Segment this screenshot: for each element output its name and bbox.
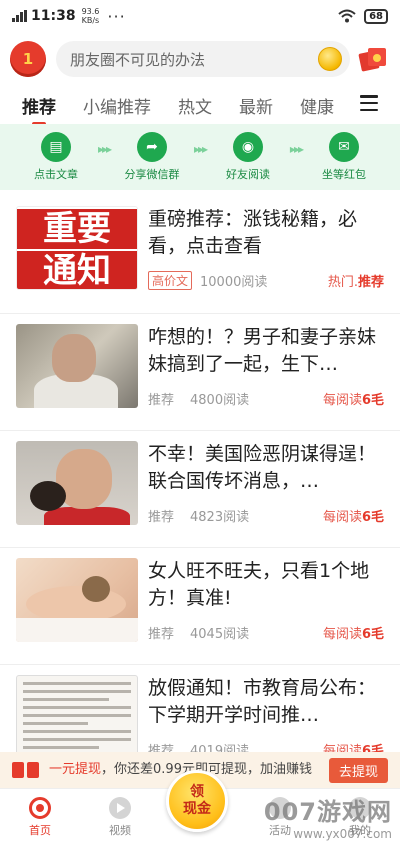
article-tag: 高价文 xyxy=(148,271,193,290)
article-meta: 推荐 4045阅读 每阅读6毛 xyxy=(148,623,384,642)
article-feed: 重要 通知 重磅推荐：涨钱秘籍，必看，点击查看 高价文 10000阅读 热门.推… xyxy=(0,196,400,781)
reward-label: 每阅读6毛 xyxy=(322,393,384,408)
step-friend-read[interactable]: ◉ 好友阅读 xyxy=(212,132,284,182)
tab-recommend[interactable]: 推荐 xyxy=(22,93,56,126)
tab-health[interactable]: 健康 xyxy=(300,93,334,118)
signal-icon xyxy=(12,10,27,22)
list-item[interactable]: 咋想的！？男子和妻子亲妹妹搞到了一起，生下… 推荐 4800阅读 每阅读6毛 xyxy=(0,313,400,430)
eye-icon: ◉ xyxy=(232,132,263,162)
arrow-icon: ▸▸▸ xyxy=(289,142,304,156)
article-title[interactable]: 咋想的！？男子和妻子亲妹妹搞到了一起，生下… xyxy=(148,324,384,378)
wifi-icon xyxy=(338,9,356,23)
article-tag: 推荐 xyxy=(148,393,175,408)
article-title[interactable]: 不幸！美国险恶阴谋得逞！联合国传坏消息，… xyxy=(148,441,384,495)
withdraw-button[interactable]: 去提现 xyxy=(328,757,388,783)
reward-label: 每阅读6毛 xyxy=(322,627,384,642)
article-thumbnail[interactable] xyxy=(16,558,138,642)
article-thumbnail[interactable] xyxy=(16,675,138,759)
article-thumbnail[interactable] xyxy=(16,324,138,408)
tab-hot[interactable]: 热文 xyxy=(178,93,212,118)
home-icon xyxy=(29,797,51,819)
tab-latest[interactable]: 最新 xyxy=(239,93,273,118)
net-speed: 93.6 KB/s xyxy=(81,7,100,25)
status-bar: 11:38 93.6 KB/s ··· 68 xyxy=(0,0,400,32)
article-meta: 推荐 4823阅读 每阅读6毛 xyxy=(148,506,384,525)
red-packet-icon[interactable] xyxy=(358,46,386,72)
list-item[interactable]: 女人旺不旺夫，只看1个地方！真准! 推荐 4045阅读 每阅读6毛 xyxy=(0,547,400,664)
list-item[interactable]: 不幸！美国险恶阴谋得逞！联合国传坏消息，… 推荐 4823阅读 每阅读6毛 xyxy=(0,430,400,547)
watermark: 007游戏网 www.yx007.com xyxy=(263,798,392,841)
tab-editor-picks[interactable]: 小编推荐 xyxy=(83,93,151,118)
list-item[interactable]: 重要 通知 重磅推荐：涨钱秘籍，必看，点击查看 高价文 10000阅读 热门.推… xyxy=(0,196,400,313)
nav-video[interactable]: 视频 xyxy=(80,789,160,844)
more-dots: ··· xyxy=(107,6,126,26)
get-cash-button[interactable]: 领 现金 xyxy=(166,770,228,832)
nav-home[interactable]: 首页 xyxy=(0,789,80,844)
gold-coin-icon[interactable] xyxy=(318,47,342,71)
arrow-icon: ▸▸▸ xyxy=(97,142,112,156)
read-count: 4045阅读 xyxy=(190,627,250,642)
search-header: 1 朋友圈不可见的办法 xyxy=(0,36,400,82)
step-red-packet[interactable]: ✉ 坐等红包 xyxy=(308,132,380,182)
article-title[interactable]: 放假通知！市教育局公布：下学期开学时间推… xyxy=(148,675,384,729)
article-thumbnail[interactable]: 重要 通知 xyxy=(16,206,138,290)
read-count: 4823阅读 xyxy=(190,510,250,525)
step-share-group[interactable]: ➦ 分享微信群 xyxy=(116,132,188,182)
status-time: 11:38 xyxy=(31,8,76,24)
arrow-icon: ▸▸▸ xyxy=(193,142,208,156)
category-tabs: 推荐 小编推荐 热文 最新 健康 xyxy=(0,88,400,126)
search-placeholder: 朋友圈不可见的办法 xyxy=(70,50,206,69)
earn-steps-banner: ▤ 点击文章 ▸▸▸ ➦ 分享微信群 ▸▸▸ ◉ 好友阅读 ▸▸▸ ✉ 坐等红包 xyxy=(0,124,400,190)
article-meta: 推荐 4800阅读 每阅读6毛 xyxy=(148,389,384,408)
reward-label: 热门.推荐 xyxy=(327,275,384,290)
step-click-article[interactable]: ▤ 点击文章 xyxy=(20,132,92,182)
document-icon: ▤ xyxy=(41,132,71,162)
article-title[interactable]: 女人旺不旺夫，只看1个地方！真准! xyxy=(148,558,384,612)
read-count: 10000阅读 xyxy=(200,275,268,290)
play-icon xyxy=(109,797,131,819)
app-logo[interactable]: 1 xyxy=(10,41,46,77)
share-icon: ➦ xyxy=(136,132,167,162)
read-count: 4800阅读 xyxy=(190,393,250,408)
search-input[interactable]: 朋友圈不可见的办法 xyxy=(56,41,350,77)
redpacket-icon: ✉ xyxy=(328,132,359,162)
article-tag: 推荐 xyxy=(148,627,175,642)
article-meta: 高价文 10000阅读 热门.推荐 xyxy=(148,271,384,290)
article-tag: 推荐 xyxy=(148,510,175,525)
red-packet-icon xyxy=(12,762,39,778)
battery-indicator: 68 xyxy=(364,8,388,24)
menu-icon[interactable] xyxy=(360,95,378,111)
article-title[interactable]: 重磅推荐：涨钱秘籍，必看，点击查看 xyxy=(148,206,384,260)
article-thumbnail[interactable] xyxy=(16,441,138,525)
reward-label: 每阅读6毛 xyxy=(322,510,384,525)
